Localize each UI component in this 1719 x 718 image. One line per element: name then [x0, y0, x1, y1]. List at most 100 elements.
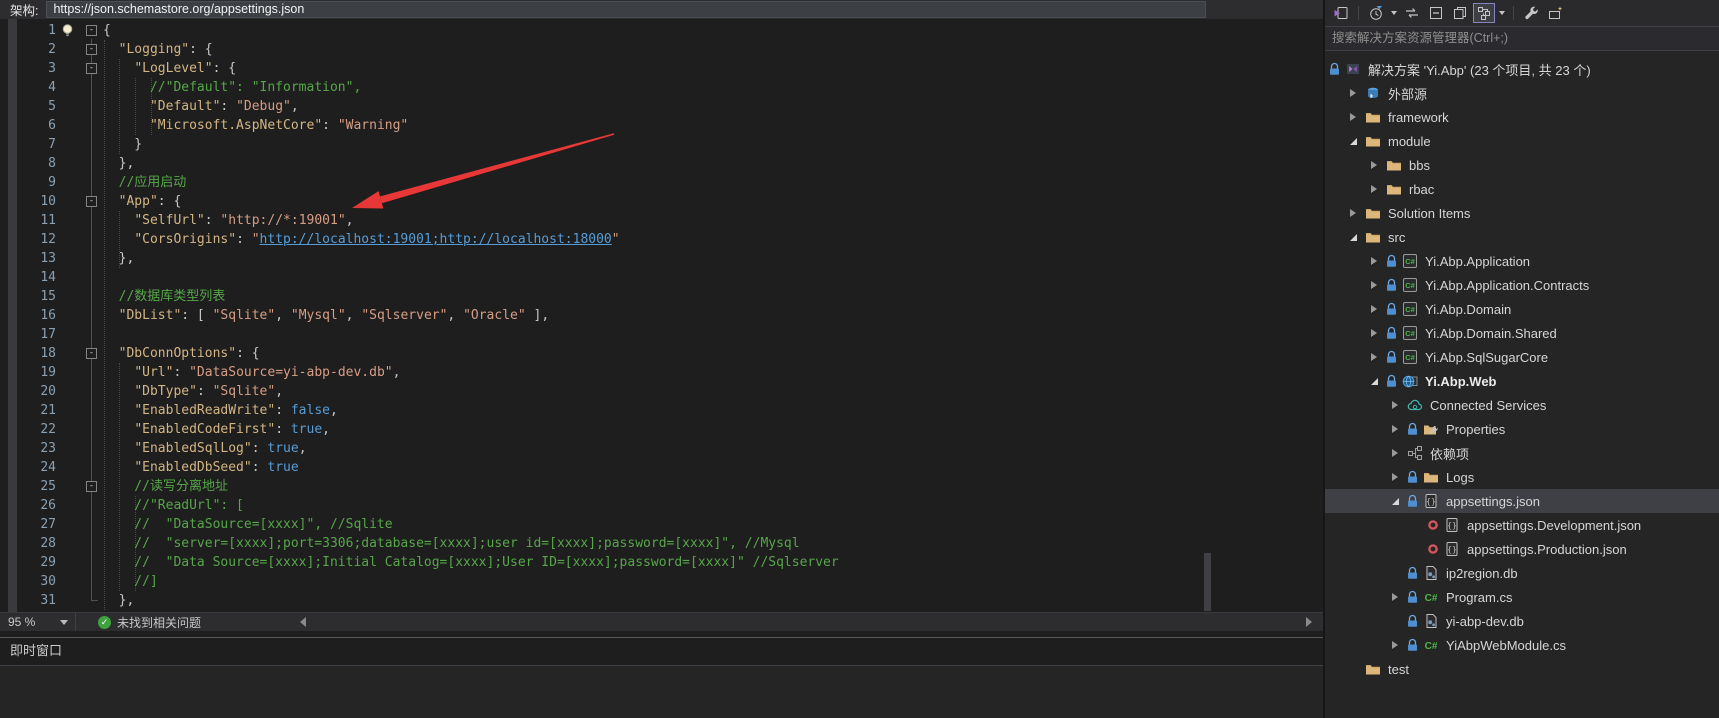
code-line[interactable]: 3- "LogLevel": { — [0, 59, 1323, 78]
tree-item[interactable]: C#Yi.Abp.Application — [1325, 249, 1719, 273]
chevron-down-icon[interactable] — [1391, 11, 1397, 15]
code-line[interactable]: 30 //] — [0, 572, 1323, 591]
tree-item[interactable]: module — [1325, 129, 1719, 153]
code-line[interactable]: 27 // "DataSource=[xxxx]", //Sqlite — [0, 515, 1323, 534]
show-all-files-icon[interactable] — [1449, 3, 1471, 23]
code-line[interactable]: 16 "DbList": [ "Sqlite", "Mysql", "Sqlse… — [0, 306, 1323, 325]
chevron-collapsed-icon[interactable] — [1392, 401, 1407, 409]
code-line[interactable]: 20 "DbType": "Sqlite", — [0, 382, 1323, 401]
tree-item[interactable]: C#Yi.Abp.SqlSugarCore — [1325, 345, 1719, 369]
code-line[interactable]: 13 }, — [0, 249, 1323, 268]
code-line[interactable]: 12 "CorsOrigins": "http://localhost:1900… — [0, 230, 1323, 249]
chevron-collapsed-icon[interactable] — [1350, 209, 1365, 217]
chevron-collapsed-icon[interactable] — [1392, 473, 1407, 481]
tree-item[interactable]: 外部源 — [1325, 81, 1719, 105]
fold-collapse-icon[interactable]: - — [86, 25, 97, 36]
chevron-collapsed-icon[interactable] — [1392, 449, 1407, 457]
chevron-collapsed-icon[interactable] — [1392, 425, 1407, 433]
code-line[interactable]: 26 //"ReadUrl": [ — [0, 496, 1323, 515]
pending-changes-filter-icon[interactable] — [1365, 3, 1387, 23]
code-line[interactable]: 24 "EnabledDbSeed": true — [0, 458, 1323, 477]
code-line[interactable]: 22 "EnabledCodeFirst": true, — [0, 420, 1323, 439]
chevron-collapsed-icon[interactable] — [1371, 353, 1386, 361]
hscroll-right-icon[interactable] — [1306, 617, 1312, 627]
code-line[interactable]: 5 "Default": "Debug", — [0, 97, 1323, 116]
chevron-collapsed-icon[interactable] — [1392, 641, 1407, 649]
chevron-collapsed-icon[interactable] — [1392, 593, 1407, 601]
immediate-window-content[interactable] — [0, 665, 1323, 718]
fold-collapse-icon[interactable]: - — [86, 44, 97, 55]
code-line[interactable]: 4 //"Default": "Information", — [0, 78, 1323, 97]
tree-item[interactable]: Properties — [1325, 417, 1719, 441]
tree-item[interactable]: C#Yi.Abp.Domain.Shared — [1325, 321, 1719, 345]
fold-collapse-icon[interactable]: - — [86, 63, 97, 74]
properties-wrench-icon[interactable] — [1520, 3, 1542, 23]
tree-item[interactable]: src — [1325, 225, 1719, 249]
code-line[interactable]: 7 } — [0, 135, 1323, 154]
hscroll-left-icon[interactable] — [300, 617, 306, 627]
tree-item[interactable]: C#Program.cs — [1325, 585, 1719, 609]
code-editor[interactable]: 1-{2- "Logging": {3- "LogLevel": {4 //"D… — [0, 19, 1323, 612]
chevron-collapsed-icon[interactable] — [1350, 113, 1365, 121]
chevron-collapsed-icon[interactable] — [1350, 89, 1365, 97]
vertical-scrollbar-thumb[interactable] — [1204, 553, 1211, 611]
chevron-collapsed-icon[interactable] — [1371, 161, 1386, 169]
document-health-indicator[interactable]: ✓ 未找到相关问题 — [98, 614, 201, 631]
code-line[interactable]: 1-{ — [0, 21, 1323, 40]
chevron-expanded-icon[interactable] — [1371, 378, 1386, 385]
code-line[interactable]: 8 }, — [0, 154, 1323, 173]
code-line[interactable]: 18- "DbConnOptions": { — [0, 344, 1323, 363]
chevron-expanded-icon[interactable] — [1350, 234, 1365, 241]
tree-item[interactable]: Solution Items — [1325, 201, 1719, 225]
zoom-level-combo[interactable]: 95 % — [0, 613, 76, 631]
tree-item[interactable]: {}appsettings.Development.json — [1325, 513, 1719, 537]
tree-item[interactable]: Connected Services — [1325, 393, 1719, 417]
code-line[interactable]: 17 — [0, 325, 1323, 344]
solution-explorer-search-input[interactable]: 搜索解决方案资源管理器(Ctrl+;) — [1325, 26, 1719, 51]
chevron-expanded-icon[interactable] — [1350, 138, 1365, 145]
fold-collapse-icon[interactable]: - — [86, 348, 97, 359]
fold-collapse-icon[interactable]: - — [86, 196, 97, 207]
code-line[interactable]: 14 — [0, 268, 1323, 287]
code-line[interactable]: 25- //读写分离地址 — [0, 477, 1323, 496]
preview-selected-items-icon[interactable] — [1544, 3, 1566, 23]
code-line[interactable]: 11 "SelfUrl": "http://*:19001", — [0, 211, 1323, 230]
code-line[interactable]: 2- "Logging": { — [0, 40, 1323, 59]
tree-item[interactable]: Logs — [1325, 465, 1719, 489]
chevron-expanded-icon[interactable] — [1392, 498, 1407, 505]
code-line[interactable]: 10- "App": { — [0, 192, 1323, 211]
code-line[interactable]: 6 "Microsoft.AspNetCore": "Warning" — [0, 116, 1323, 135]
tree-item[interactable]: Yi.Abp.Web — [1325, 369, 1719, 393]
schema-url-combo[interactable]: https://json.schemastore.org/appsettings… — [46, 1, 1206, 18]
code-line[interactable]: 28 // "server=[xxxx];port=3306;database=… — [0, 534, 1323, 553]
chevron-collapsed-icon[interactable] — [1371, 329, 1386, 337]
tree-item[interactable]: framework — [1325, 105, 1719, 129]
tree-item[interactable]: 依赖项 — [1325, 441, 1719, 465]
tree-item[interactable]: {}appsettings.Production.json — [1325, 537, 1719, 561]
chevron-collapsed-icon[interactable] — [1371, 257, 1386, 265]
tree-item[interactable]: test — [1325, 657, 1719, 681]
switch-views-icon[interactable] — [1330, 3, 1352, 23]
tree-item[interactable]: C#Yi.Abp.Domain — [1325, 297, 1719, 321]
chevron-down-icon[interactable] — [1499, 11, 1505, 15]
tree-item[interactable]: bbs — [1325, 153, 1719, 177]
collapse-all-icon[interactable] — [1425, 3, 1447, 23]
code-line[interactable]: 23 "EnabledSqlLog": true, — [0, 439, 1323, 458]
chevron-collapsed-icon[interactable] — [1371, 185, 1386, 193]
code-line[interactable]: 21 "EnabledReadWrite": false, — [0, 401, 1323, 420]
chevron-collapsed-icon[interactable] — [1371, 305, 1386, 313]
sync-with-active-document-icon[interactable] — [1401, 3, 1423, 23]
tree-item[interactable]: ip2region.db — [1325, 561, 1719, 585]
tree-item[interactable]: C#YiAbpWebModule.cs — [1325, 633, 1719, 657]
tree-item[interactable]: C#Yi.Abp.Application.Contracts — [1325, 273, 1719, 297]
tree-item[interactable]: yi-abp-dev.db — [1325, 609, 1719, 633]
code-line[interactable]: 19 "Url": "DataSource=yi-abp-dev.db", — [0, 363, 1323, 382]
fold-collapse-icon[interactable]: - — [86, 481, 97, 492]
code-line[interactable]: 9 //应用启动 — [0, 173, 1323, 192]
tree-item[interactable]: rbac — [1325, 177, 1719, 201]
tree-item[interactable]: {}appsettings.json — [1325, 489, 1719, 513]
code-line[interactable]: 15 //数据库类型列表 — [0, 287, 1323, 306]
code-line[interactable]: 31 }, — [0, 591, 1323, 610]
solution-filter-icon[interactable] — [1473, 3, 1495, 23]
chevron-collapsed-icon[interactable] — [1371, 281, 1386, 289]
